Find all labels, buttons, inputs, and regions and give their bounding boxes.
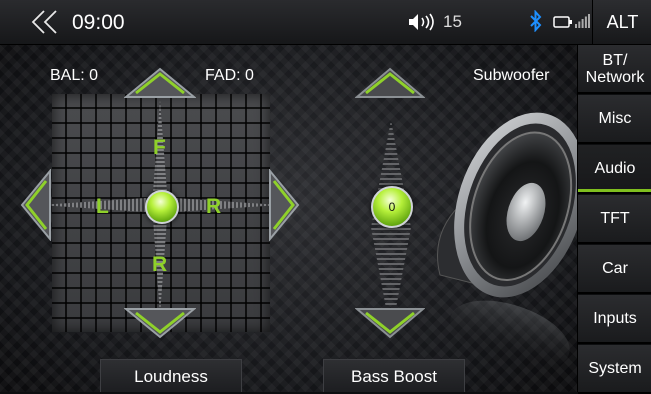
balance-right-arrow-icon[interactable] — [268, 168, 300, 246]
fader-down-arrow-icon[interactable] — [123, 307, 197, 344]
subwoofer-value: 0 — [388, 200, 396, 214]
rear-letter: R — [152, 253, 168, 276]
audio-panel: BAL: 0 FAD: 0 F L R R Subwoofer 0 Loudne… — [0, 45, 577, 392]
volume-level: 15 — [443, 12, 462, 31]
subwoofer-up-arrow-icon[interactable] — [354, 67, 426, 104]
settings-sidebar: BT/ Network Misc Audio TFT Car Inputs Sy… — [577, 45, 651, 394]
alt-button[interactable]: ALT — [592, 0, 651, 44]
bass-boost-button[interactable]: Bass Boost — [323, 359, 465, 392]
tab-misc[interactable]: Misc — [578, 95, 651, 144]
back-icon[interactable] — [30, 9, 60, 40]
status-bar: 09:00 15 ALT — [0, 0, 651, 45]
tab-car[interactable]: Car — [578, 245, 651, 294]
front-letter: F — [153, 136, 166, 159]
subwoofer-knob[interactable]: 0 — [371, 186, 413, 228]
fader-up-arrow-icon[interactable] — [123, 67, 197, 104]
balance-fader-knob[interactable] — [145, 190, 179, 224]
bluetooth-icon — [530, 9, 542, 37]
battery-icon — [553, 15, 573, 33]
subwoofer-down-arrow-icon[interactable] — [354, 307, 426, 344]
volume-icon[interactable] — [407, 13, 439, 36]
balance-left-arrow-icon[interactable] — [20, 168, 52, 246]
subwoofer-label: Subwoofer — [473, 67, 550, 84]
loudness-button[interactable]: Loudness — [100, 359, 242, 392]
tab-inputs[interactable]: Inputs — [578, 295, 651, 344]
tab-audio[interactable]: Audio — [578, 145, 651, 194]
clock: 09:00 — [72, 11, 125, 34]
left-letter: L — [96, 195, 109, 218]
subwoofer-speaker-icon — [420, 85, 577, 380]
tab-system[interactable]: System — [578, 345, 651, 394]
signal-icon — [575, 14, 590, 33]
tab-tft[interactable]: TFT — [578, 195, 651, 244]
right-letter: R — [206, 195, 222, 218]
tab-bt-network[interactable]: BT/ Network — [578, 45, 651, 94]
